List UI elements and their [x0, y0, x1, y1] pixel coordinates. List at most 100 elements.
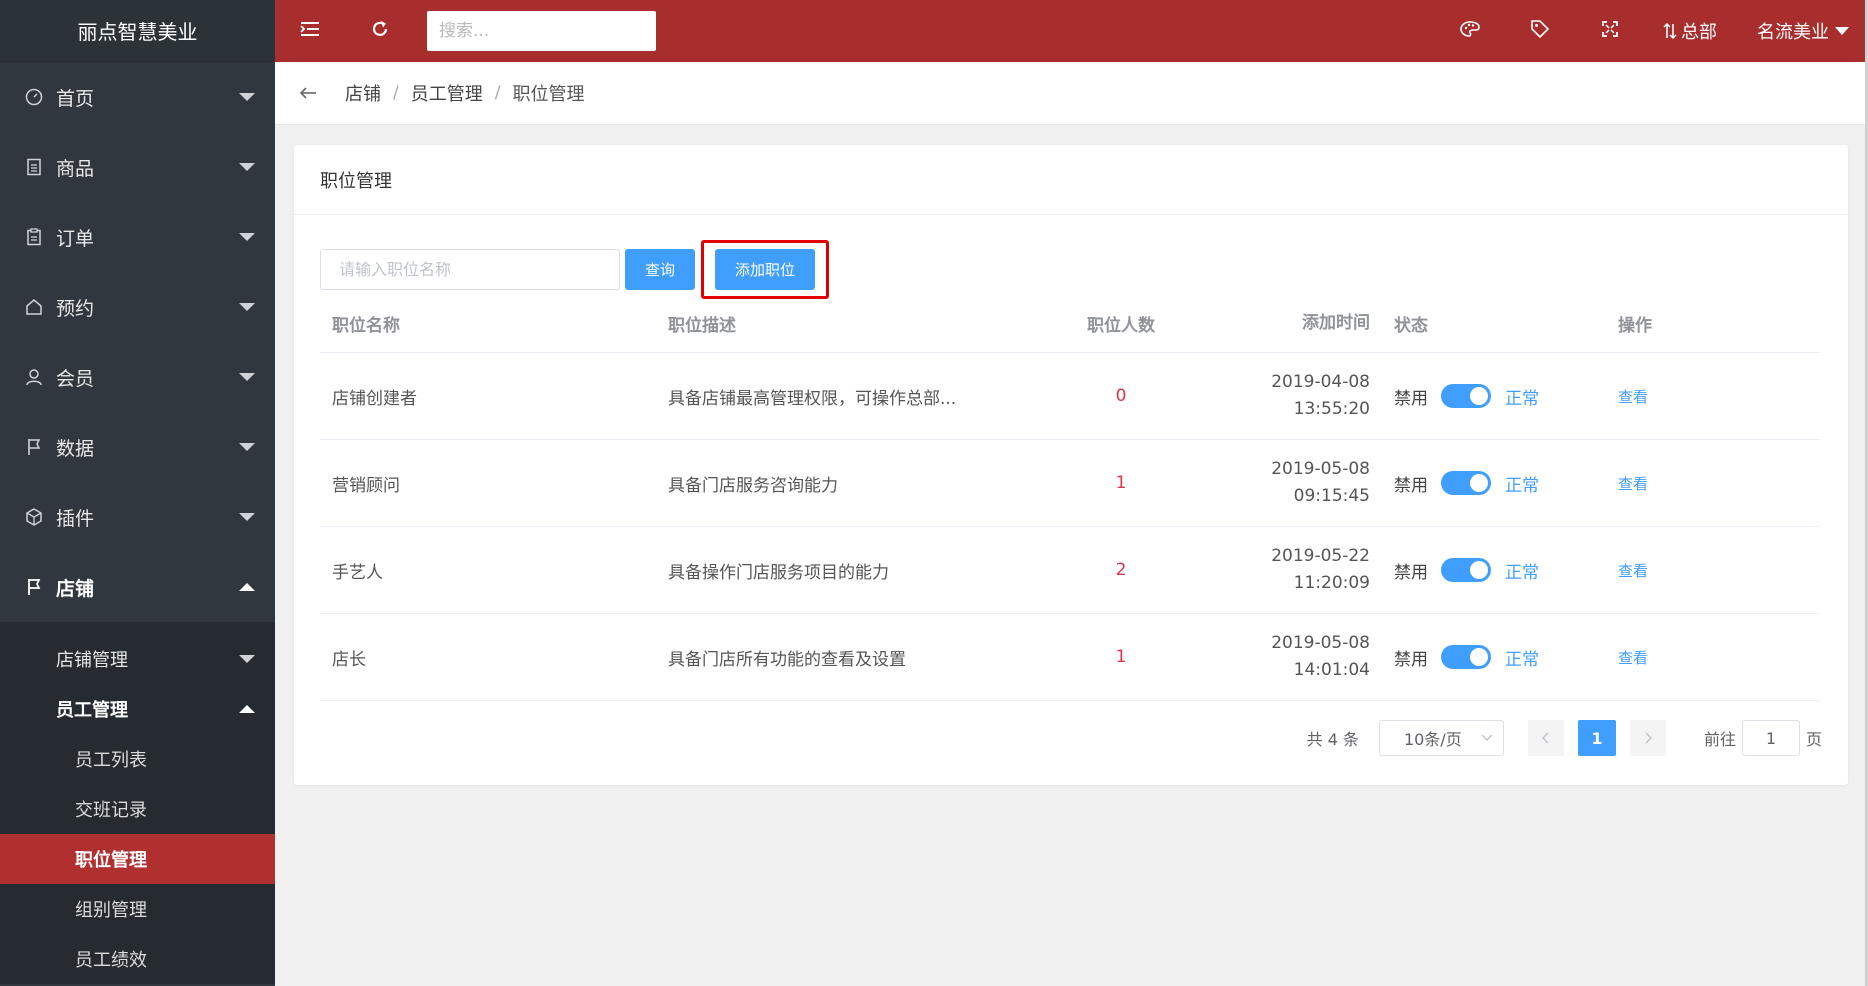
status-toggle[interactable] — [1441, 471, 1491, 495]
cell-date: 2019-05-08 — [1271, 633, 1370, 653]
add-position-button[interactable]: 添加职位 — [715, 249, 815, 290]
nav-item-store[interactable]: 店铺 — [0, 552, 275, 622]
refresh-button[interactable] — [345, 0, 415, 62]
nav-item-member[interactable]: 会员 — [0, 342, 275, 412]
cell-status: 禁用 正常 — [1386, 384, 1606, 409]
table-row: 营销顾问 具备门店服务咨询能力 1 2019-05-08 09:15:45 禁用 … — [320, 440, 1820, 527]
total-count: 共 4 条 — [1306, 730, 1359, 749]
leaf-group-manage[interactable]: 组别管理 — [0, 884, 275, 934]
breadcrumb: 店铺 / 员工管理 / 职位管理 — [275, 62, 1865, 125]
cell-clock: 14:01:04 — [1293, 660, 1370, 680]
theme-button[interactable] — [1435, 0, 1505, 62]
query-button[interactable]: 查询 — [625, 249, 695, 290]
nav-item-booking[interactable]: 预约 — [0, 272, 275, 342]
palette-icon — [1460, 20, 1480, 43]
leaf-staff-performance[interactable]: 员工绩效 — [0, 934, 275, 984]
chevron-down-icon — [239, 163, 255, 171]
toggle-knob — [1470, 387, 1488, 405]
cell-count: 1 — [1115, 647, 1127, 667]
leaf-shift-records[interactable]: 交班记录 — [0, 784, 275, 834]
nav-item-plugins[interactable]: 插件 — [0, 482, 275, 552]
header-action: 操作 — [1618, 316, 1652, 336]
cell-time: 2019-05-08 14:01:04 — [1186, 630, 1386, 684]
pagination: 共 4 条 10条/页 1 前往 页 — [1307, 720, 1822, 756]
view-link[interactable]: 查看 — [1618, 475, 1648, 493]
nav-item-orders[interactable]: 订单 — [0, 202, 275, 272]
content-card: 职位管理 查询 添加职位 职位名称 职位描述 职位人数 添加时间 状态 操作 店… — [294, 145, 1848, 785]
status-toggle[interactable] — [1441, 558, 1491, 582]
header-desc: 职位描述 — [668, 316, 736, 336]
nav-item-home[interactable]: 首页 — [0, 62, 275, 132]
header-status: 状态 — [1394, 316, 1428, 336]
nav-item-goods[interactable]: 商品 — [0, 132, 275, 202]
goto-page-input[interactable] — [1741, 720, 1800, 756]
flag-icon — [24, 437, 44, 457]
view-link[interactable]: 查看 — [1618, 649, 1648, 667]
breadcrumb-separator: / — [393, 83, 399, 103]
chevron-up-icon — [239, 705, 255, 713]
status-toggle[interactable] — [1441, 645, 1491, 669]
cell-date: 2019-04-08 — [1271, 372, 1370, 392]
chevron-down-icon — [239, 303, 255, 311]
page-size-select[interactable]: 10条/页 — [1378, 720, 1504, 756]
menu-toggle-button[interactable] — [275, 0, 345, 62]
prev-page-button[interactable] — [1527, 720, 1564, 756]
fullscreen-icon — [1601, 20, 1619, 43]
switch-arrows-icon — [1663, 22, 1677, 40]
cell-status: 禁用 正常 — [1386, 558, 1606, 583]
sub-item-staff-manage[interactable]: 员工管理 — [0, 684, 275, 734]
position-table: 职位名称 职位描述 职位人数 添加时间 状态 操作 店铺创建者 具备店铺最高管理… — [320, 295, 1820, 701]
home-icon — [24, 297, 44, 317]
status-toggle[interactable] — [1441, 384, 1491, 408]
next-page-button[interactable] — [1629, 720, 1666, 756]
cell-clock: 13:55:20 — [1293, 399, 1370, 419]
nav-item-data[interactable]: 数据 — [0, 412, 275, 482]
switch-on-label: 正常 — [1505, 475, 1539, 496]
search-input[interactable] — [427, 11, 656, 51]
cell-desc: 具备店铺最高管理权限，可操作总部... — [668, 388, 957, 409]
cell-action: 查看 — [1606, 560, 1820, 581]
view-link[interactable]: 查看 — [1618, 388, 1648, 406]
toggle-knob — [1470, 648, 1488, 666]
highlight-box: 添加职位 — [701, 240, 829, 299]
toggle-knob — [1470, 561, 1488, 579]
cell-time: 2019-04-08 13:55:20 — [1186, 369, 1386, 423]
tag-icon — [1530, 19, 1550, 44]
cell-count: 0 — [1115, 386, 1127, 406]
nav-label: 首页 — [56, 87, 95, 110]
nav-label: 店铺 — [56, 577, 95, 600]
chevron-up-icon — [239, 583, 255, 591]
position-name-input[interactable] — [320, 249, 620, 290]
breadcrumb-staff[interactable]: 员工管理 — [411, 80, 483, 106]
back-arrow-icon[interactable] — [295, 80, 321, 106]
switch-on-label: 正常 — [1505, 562, 1539, 583]
table-row: 店铺创建者 具备店铺最高管理权限，可操作总部... 0 2019-04-08 13… — [320, 353, 1820, 440]
table-row: 店长 具备门店所有功能的查看及设置 1 2019-05-08 14:01:04 禁… — [320, 614, 1820, 701]
nav-label: 预约 — [56, 297, 95, 320]
sub-item-store-manage[interactable]: 店铺管理 — [0, 634, 275, 684]
cell-action: 查看 — [1606, 473, 1820, 494]
top-bar: 总部 名流美业 — [275, 0, 1865, 62]
store-submenu: 店铺管理 员工管理 员工列表 交班记录 职位管理 组别管理 员工绩效 — [0, 622, 275, 984]
switch-on-label: 正常 — [1505, 649, 1539, 670]
tag-button[interactable] — [1505, 0, 1575, 62]
cell-name: 店长 — [332, 649, 366, 670]
fullscreen-button[interactable] — [1575, 0, 1645, 62]
cell-count: 2 — [1115, 560, 1127, 580]
branch-switch[interactable]: 总部 — [1645, 0, 1735, 62]
cell-date: 2019-05-08 — [1271, 459, 1370, 479]
leaf-staff-list[interactable]: 员工列表 — [0, 734, 275, 784]
user-menu[interactable]: 名流美业 — [1735, 0, 1865, 62]
cube-icon — [24, 507, 44, 527]
branch-label: 总部 — [1681, 22, 1717, 43]
page-number-current[interactable]: 1 — [1577, 720, 1616, 756]
breadcrumb-store[interactable]: 店铺 — [345, 80, 381, 106]
brand-title: 丽点智慧美业 — [0, 0, 275, 62]
chevron-down-icon — [1481, 734, 1493, 742]
goto-label: 前往 — [1703, 730, 1736, 749]
nav-label: 插件 — [56, 507, 95, 530]
view-link[interactable]: 查看 — [1618, 562, 1648, 580]
leaf-position-manage[interactable]: 职位管理 — [0, 834, 275, 884]
switch-off-label: 禁用 — [1394, 388, 1428, 409]
switch-off-label: 禁用 — [1394, 649, 1428, 670]
